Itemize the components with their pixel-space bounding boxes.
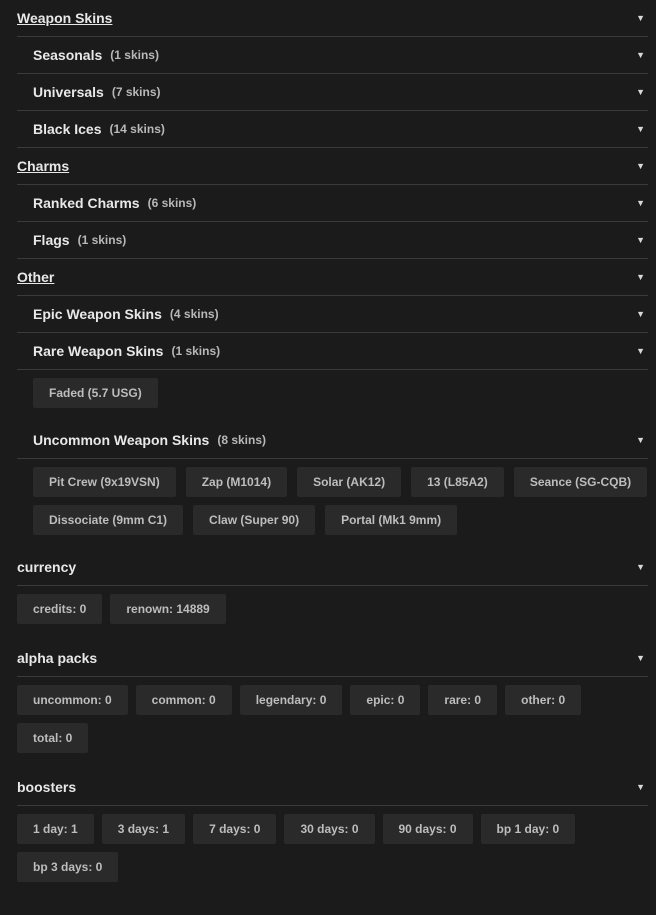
- booster-chip: 90 days: 0: [382, 814, 473, 844]
- booster-chip: 1 day: 1: [17, 814, 94, 844]
- group-label: Seasonals: [33, 47, 103, 63]
- skin-chip[interactable]: Claw (Super 90): [193, 505, 316, 535]
- alpha-pack-chip: uncommon: 0: [17, 685, 128, 715]
- group-count: (7 skins): [111, 85, 161, 99]
- section-title[interactable]: Charms: [17, 158, 69, 174]
- booster-list: 1 day: 1 3 days: 1 7 days: 0 30 days: 0 …: [17, 814, 648, 882]
- skin-chip[interactable]: Zap (M1014): [185, 467, 288, 497]
- skin-chip[interactable]: 13 (L85A2): [411, 467, 504, 497]
- section-boosters-header[interactable]: boosters ▼: [17, 769, 648, 806]
- alpha-pack-chip: common: 0: [135, 685, 232, 715]
- group-count: (14 skins): [109, 122, 165, 136]
- caret-down-icon[interactable]: ▼: [636, 235, 645, 245]
- group-count: (8 skins): [217, 433, 267, 447]
- group-count: (1 skins): [171, 344, 221, 358]
- alpha-pack-chip: total: 0: [17, 723, 89, 753]
- section-title: currency: [17, 559, 77, 575]
- group-seasonals[interactable]: Seasonals (1 skins) ▼: [17, 37, 648, 74]
- section-title: boosters: [17, 779, 77, 795]
- alpha-pack-chip: epic: 0: [350, 685, 421, 715]
- section-charms-header[interactable]: Charms ▼: [17, 148, 648, 185]
- caret-down-icon[interactable]: ▼: [636, 435, 645, 445]
- skin-chip[interactable]: Portal (Mk1 9mm): [325, 505, 458, 535]
- group-ranked-charms[interactable]: Ranked Charms (6 skins) ▼: [17, 185, 648, 222]
- group-count: (6 skins): [147, 196, 197, 210]
- caret-down-icon[interactable]: ▼: [636, 87, 645, 97]
- group-label: Flags: [33, 232, 70, 248]
- section-other-header[interactable]: Other ▼: [17, 259, 648, 296]
- group-label: Rare Weapon Skins: [33, 343, 164, 359]
- inventory-panel: Weapon Skins ▼ Seasonals (1 skins) ▼ Uni…: [0, 0, 656, 882]
- alpha-pack-chip: rare: 0: [428, 685, 498, 715]
- group-label: Uncommon Weapon Skins: [33, 432, 210, 448]
- group-rare-weapon-skins[interactable]: Rare Weapon Skins (1 skins) ▼: [17, 333, 648, 370]
- group-uncommon-weapon-skins[interactable]: Uncommon Weapon Skins (8 skins) ▼: [17, 422, 648, 459]
- group-label: Epic Weapon Skins: [33, 306, 162, 322]
- booster-chip: bp 3 days: 0: [17, 852, 119, 882]
- group-count: (1 skins): [77, 233, 127, 247]
- alpha-pack-chip: legendary: 0: [239, 685, 343, 715]
- rare-skin-list: Faded (5.7 USG): [33, 378, 648, 408]
- caret-down-icon[interactable]: ▼: [636, 124, 645, 134]
- section-title: alpha packs: [17, 650, 98, 666]
- caret-down-icon[interactable]: ▼: [636, 346, 645, 356]
- section-title[interactable]: Other: [17, 269, 54, 285]
- currency-chip: renown: 14889: [110, 594, 226, 624]
- skin-chip[interactable]: Faded (5.7 USG): [33, 378, 158, 408]
- group-universals[interactable]: Universals (7 skins) ▼: [17, 74, 648, 111]
- caret-down-icon[interactable]: ▼: [636, 272, 645, 282]
- booster-chip: 3 days: 1: [101, 814, 186, 844]
- currency-chip: credits: 0: [17, 594, 103, 624]
- group-count: (4 skins): [169, 307, 219, 321]
- skin-chip[interactable]: Seance (SG-CQB): [513, 467, 648, 497]
- caret-down-icon[interactable]: ▼: [636, 161, 645, 171]
- uncommon-skin-list: Pit Crew (9x19VSN) Zap (M1014) Solar (AK…: [33, 467, 648, 535]
- caret-down-icon[interactable]: ▼: [636, 198, 645, 208]
- group-epic-weapon-skins[interactable]: Epic Weapon Skins (4 skins) ▼: [17, 296, 648, 333]
- caret-down-icon[interactable]: ▼: [636, 782, 645, 792]
- caret-down-icon[interactable]: ▼: [636, 562, 645, 572]
- booster-chip: bp 1 day: 0: [480, 814, 576, 844]
- caret-down-icon[interactable]: ▼: [636, 50, 645, 60]
- group-black-ices[interactable]: Black Ices (14 skins) ▼: [17, 111, 648, 148]
- group-count: (1 skins): [110, 48, 159, 62]
- skin-chip[interactable]: Pit Crew (9x19VSN): [33, 467, 176, 497]
- caret-down-icon[interactable]: ▼: [636, 309, 645, 319]
- caret-down-icon[interactable]: ▼: [636, 653, 645, 663]
- skin-chip[interactable]: Dissociate (9mm C1): [33, 505, 184, 535]
- alpha-pack-chip: other: 0: [505, 685, 582, 715]
- group-flags[interactable]: Flags (1 skins) ▼: [17, 222, 648, 259]
- group-label: Ranked Charms: [33, 195, 140, 211]
- currency-list: credits: 0 renown: 14889: [17, 594, 648, 624]
- section-weapon-skins-header[interactable]: Weapon Skins ▼: [17, 0, 648, 37]
- section-alpha-packs-header[interactable]: alpha packs ▼: [17, 640, 648, 677]
- group-label: Black Ices: [33, 121, 102, 137]
- caret-down-icon[interactable]: ▼: [636, 13, 645, 23]
- booster-chip: 30 days: 0: [284, 814, 375, 844]
- section-title[interactable]: Weapon Skins: [17, 10, 112, 26]
- booster-chip: 7 days: 0: [193, 814, 277, 844]
- alpha-pack-list: uncommon: 0 common: 0 legendary: 0 epic:…: [17, 685, 648, 753]
- group-label: Universals: [33, 84, 104, 100]
- section-currency-header[interactable]: currency ▼: [17, 549, 648, 586]
- skin-chip[interactable]: Solar (AK12): [297, 467, 402, 497]
